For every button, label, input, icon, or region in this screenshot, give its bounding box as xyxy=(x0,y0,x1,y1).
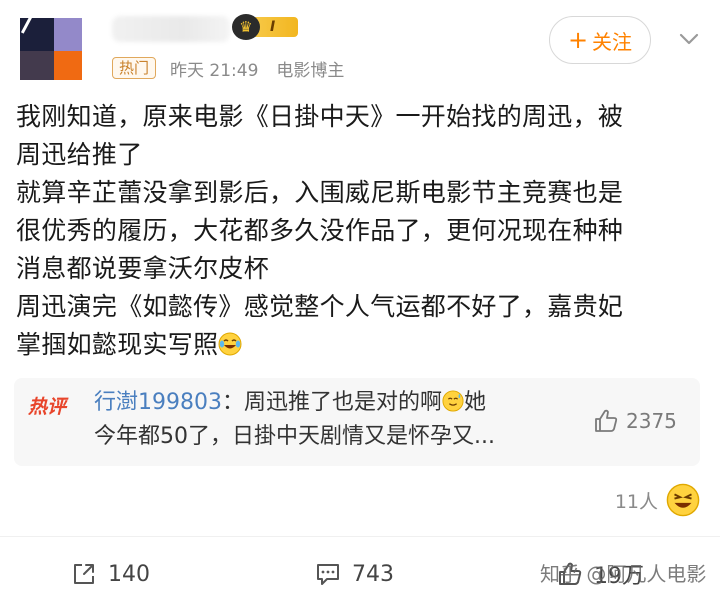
comment-line: 周迅推了也是对的啊 xyxy=(244,390,443,415)
post-line: 我刚知道，原来电影《日掛中天》一开始找的周迅，被 xyxy=(16,102,624,131)
comment-line-end: 她 xyxy=(464,390,487,415)
watermark: 知乎 @阿凡人电影 xyxy=(540,562,707,586)
share-icon xyxy=(74,564,94,584)
comment-button[interactable]: 743 xyxy=(314,556,394,592)
comment-username[interactable]: 行澍199803 xyxy=(94,390,222,415)
comment-like-count: 2375 xyxy=(626,409,677,433)
comment-icon xyxy=(317,564,339,585)
sweat-smile-emoji-icon xyxy=(442,390,464,412)
post-time: 昨天 21:49 xyxy=(170,60,259,81)
post-line: 消息都说要拿沃尔皮杯 xyxy=(16,254,270,283)
post-line: 就算辛芷蕾没拿到影后，入围威尼斯电影节主竞赛也是 xyxy=(16,178,624,207)
hot-comment-label: 热评 xyxy=(28,396,67,418)
share-count: 140 xyxy=(108,561,150,587)
comment-count: 743 xyxy=(352,561,394,587)
avatar[interactable] xyxy=(20,18,82,80)
post-line: 周迅给推了 xyxy=(16,140,143,169)
share-button[interactable]: 140 xyxy=(70,556,150,592)
plus-icon: + xyxy=(567,26,589,54)
comment-line: 今年都50了，日掛中天剧情又是怀孕又... xyxy=(94,424,495,449)
follow-button[interactable]: + 关注 xyxy=(549,16,651,64)
verification-label: 电影博主 xyxy=(276,60,345,81)
laugh-cry-emoji-icon xyxy=(218,332,242,356)
hot-comment-text: 行澍199803：周迅推了也是对的啊 她 今年都50了，日掛中天剧情又是怀孕又.… xyxy=(94,386,584,454)
post-line: 周迅演完《如懿传》感觉整个人气运都不好了，嘉贵妃 xyxy=(16,292,624,321)
comment-like-button[interactable]: 2375 xyxy=(592,404,677,438)
post-content: 我刚知道，原来电影《日掛中天》一开始找的周迅，被 周迅给推了 就算辛芷蕾没拿到影… xyxy=(16,98,706,364)
comment-separator: ： xyxy=(221,390,244,415)
reaction-count: 11人 xyxy=(614,490,658,513)
follow-label: 关注 xyxy=(592,29,633,54)
reactions-summary[interactable]: 11人 xyxy=(615,482,700,518)
post-line: 掌掴如懿现实写照 xyxy=(16,330,219,359)
hot-tag: 热门 xyxy=(112,57,157,79)
crown-icon: ♛ xyxy=(232,14,260,40)
chevron-down-icon[interactable] xyxy=(674,24,704,54)
username-blurred[interactable] xyxy=(112,16,230,42)
post-line: 很优秀的履历，大花都多久没作品了，更何况现在种种 xyxy=(16,216,624,245)
thumbs-up-icon xyxy=(595,409,618,432)
hot-comment[interactable]: 热评 行澍199803：周迅推了也是对的啊 她 今年都50了，日掛中天剧情又是怀… xyxy=(14,378,700,466)
level-badge: I ♛ xyxy=(232,14,300,40)
laugh-emoji-icon xyxy=(666,483,700,517)
divider xyxy=(0,536,720,537)
post-meta: 热门 昨天 21:49 电影博主 xyxy=(112,56,345,81)
